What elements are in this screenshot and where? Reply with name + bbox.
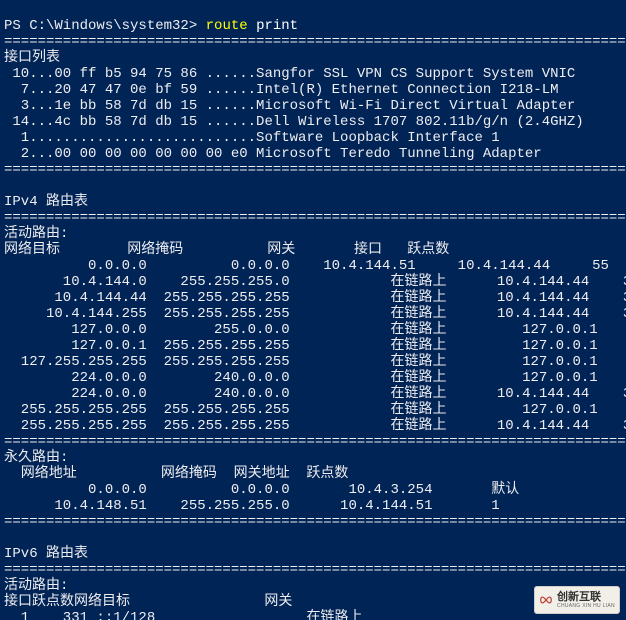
iface-row: 1...........................Software Loo… — [4, 130, 500, 146]
watermark-subtext: CHUANG XIN HU LIAN — [557, 603, 615, 609]
watermark-text: 创新互联 — [557, 592, 615, 603]
iface-row: 7...20 47 47 0e bf 59 ......Intel(R) Eth… — [4, 82, 559, 98]
iface-row: 3...1e bb 58 7d db 15 ......Microsoft Wi… — [4, 98, 575, 114]
interface-list-header: 接口列表 — [4, 50, 60, 66]
watermark-badge: 创新互联 CHUANG XIN HU LIAN — [534, 586, 620, 614]
persistent-row: 0.0.0.0 0.0.0.0 10.4.3.254 默认 — [4, 482, 519, 498]
iface-row: 14...4c bb 58 7d db 15 ......Dell Wirele… — [4, 114, 584, 130]
ipv4-row: 0.0.0.0 0.0.0.0 10.4.144.51 10.4.144.44 … — [4, 258, 609, 274]
ipv4-row: 255.255.255.255 255.255.255.255 在链路上 127… — [4, 402, 626, 418]
persistent-routes-header: 永久路由: — [4, 450, 68, 466]
cmd-print: print — [256, 18, 298, 34]
prompt-line[interactable]: PS C:\Windows\system32> route print — [4, 18, 298, 34]
divider-line: ========================================… — [4, 162, 626, 178]
ipv4-row: 127.0.0.1 255.255.255.255 在链路上 127.0.0.1… — [4, 338, 626, 354]
divider-line: ========================================… — [4, 434, 626, 450]
divider-line: ========================================… — [4, 562, 626, 578]
iface-row: 2...00 00 00 00 00 00 00 e0 Microsoft Te… — [4, 146, 542, 162]
ipv4-row: 10.4.144.44 255.255.255.255 在链路上 10.4.14… — [4, 290, 626, 306]
active-routes-header: 活动路由: — [4, 226, 68, 242]
cmd-route: route — [206, 18, 248, 34]
active-routes-header: 活动路由: — [4, 578, 68, 594]
divider-line: ========================================… — [4, 210, 626, 226]
ipv6-columns: 接口跃点数网络目标 网关 — [4, 594, 292, 610]
infinity-icon — [539, 593, 553, 607]
prompt-path: PS C:\Windows\system32> — [4, 18, 206, 34]
ipv6-row: 1 331 ::1/128 在链路上 — [4, 610, 362, 620]
ipv6-header: IPv6 路由表 — [4, 546, 88, 562]
ipv4-header: IPv4 路由表 — [4, 194, 88, 210]
terminal-output: PS C:\Windows\system32> route print ====… — [0, 0, 626, 620]
ipv4-row: 224.0.0.0 240.0.0.0 在链路上 127.0.0.1 331 — [4, 370, 626, 386]
ipv4-row: 224.0.0.0 240.0.0.0 在链路上 10.4.144.44 331 — [4, 386, 626, 402]
ipv4-row: 127.255.255.255 255.255.255.255 在链路上 127… — [4, 354, 626, 370]
ipv4-row: 255.255.255.255 255.255.255.255 在链路上 10.… — [4, 418, 626, 434]
ipv4-row: 10.4.144.255 255.255.255.255 在链路上 10.4.1… — [4, 306, 626, 322]
persistent-columns: 网络地址 网络掩码 网关地址 跃点数 — [4, 466, 348, 482]
ipv4-row: 127.0.0.0 255.0.0.0 在链路上 127.0.0.1 331 — [4, 322, 626, 338]
persistent-row: 10.4.148.51 255.255.255.0 10.4.144.51 1 — [4, 498, 500, 514]
ipv4-columns: 网络目标 网络掩码 网关 接口 跃点数 — [4, 242, 449, 258]
ipv4-row: 10.4.144.0 255.255.255.0 在链路上 10.4.144.4… — [4, 274, 626, 290]
divider-line: ========================================… — [4, 34, 626, 50]
iface-row: 10...00 ff b5 94 75 86 ......Sangfor SSL… — [4, 66, 575, 82]
divider-line: ========================================… — [4, 514, 626, 530]
